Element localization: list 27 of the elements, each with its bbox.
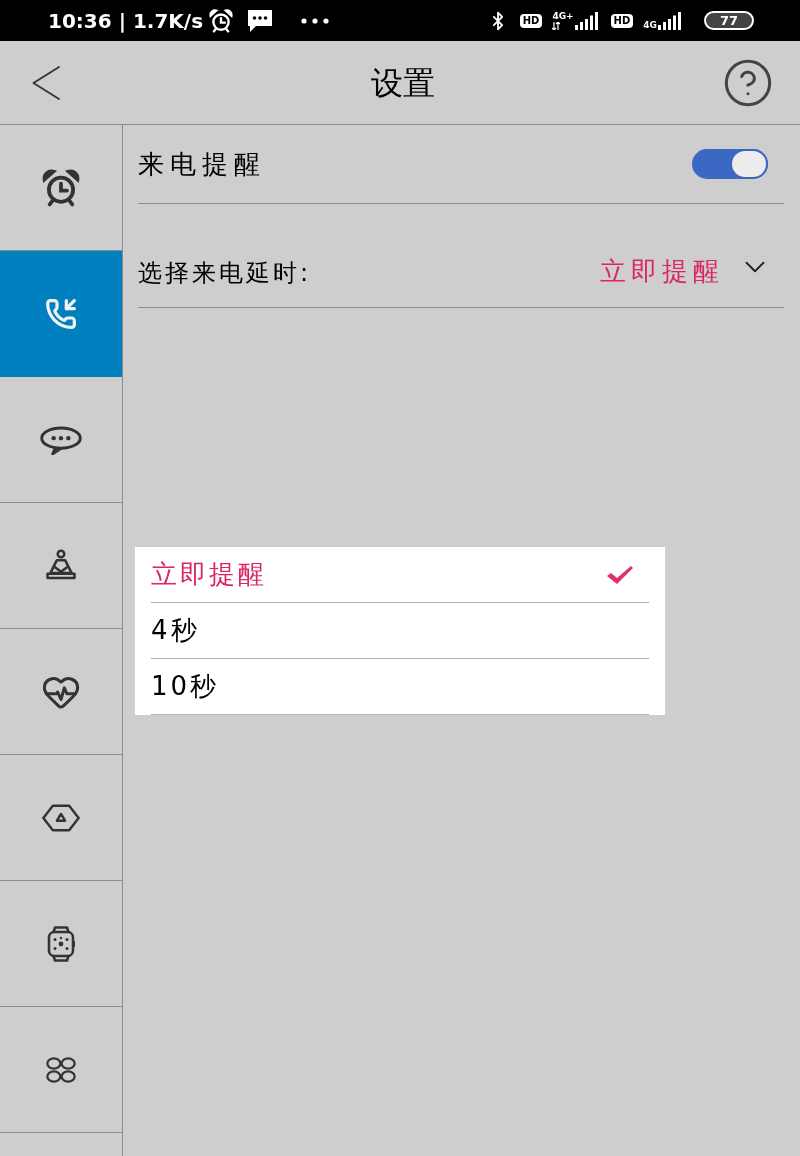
dropdown-option[interactable]: 10秒 (151, 659, 649, 715)
hexagon-triangle-icon (42, 803, 80, 832)
more-icon (301, 17, 330, 24)
setting-label: 选择来电延时: (138, 258, 312, 289)
speech-bubble-icon (39, 424, 83, 455)
hd-badge: HD (519, 13, 543, 28)
back-button[interactable] (32, 65, 60, 100)
signal-icon (657, 11, 682, 30)
alarm-clock-icon (209, 8, 234, 33)
signal-icon (574, 11, 599, 30)
dropdown-option[interactable]: 4秒 (151, 603, 649, 659)
toggle-switch[interactable] (692, 149, 768, 179)
back-icon (32, 65, 60, 100)
network-type: 4G (643, 20, 657, 30)
time-and-speed: 10:36 | 1.7K/s (48, 7, 204, 35)
message-icon (247, 8, 274, 33)
battery-indicator: 77 (703, 11, 754, 30)
alarm-clock-icon (42, 168, 80, 207)
hd-badge: HD (610, 13, 634, 28)
four-circles-icon (45, 1056, 77, 1083)
watch-icon (46, 925, 76, 962)
page-title: 设置 (371, 62, 435, 104)
check-icon (607, 565, 633, 584)
dropdown-option[interactable]: 立即提醒 (151, 547, 649, 603)
phone-arrow-icon (45, 297, 77, 330)
setting-label: 来电提醒 (138, 147, 266, 181)
network-type: 4G+ (552, 11, 574, 21)
